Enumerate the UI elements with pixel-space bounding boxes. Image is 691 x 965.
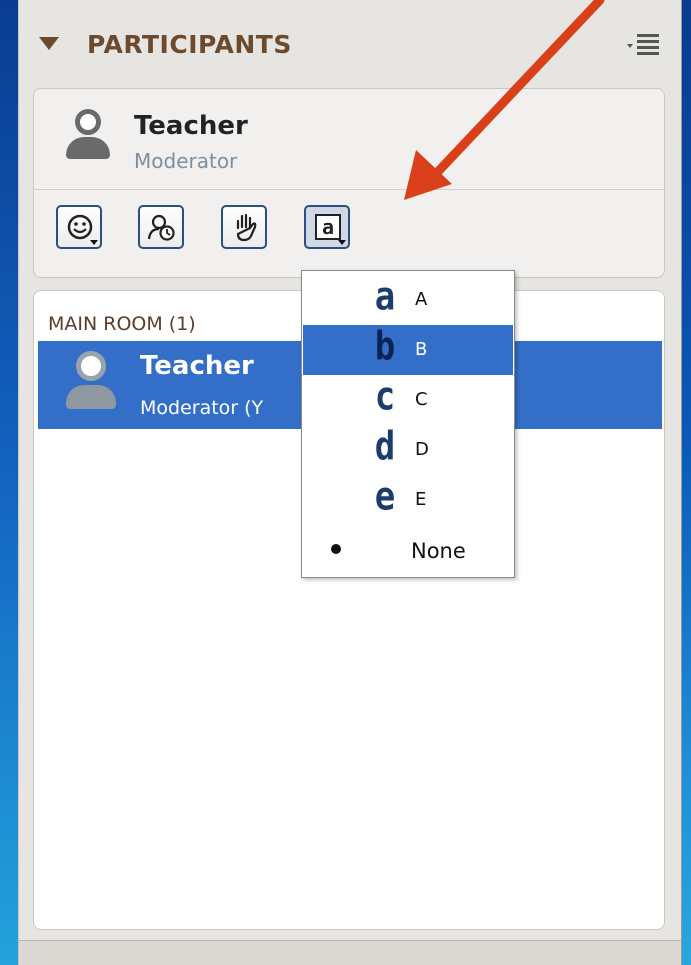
menu-item-c[interactable]: c C (303, 374, 513, 425)
emoticon-icon (67, 214, 93, 240)
menu-item-d[interactable]: d D (303, 424, 513, 475)
menu-item-label: D (415, 439, 429, 460)
emoticon-button[interactable] (56, 205, 102, 249)
panel-options-icon[interactable] (625, 32, 661, 56)
dropdown-arrow-icon (338, 240, 346, 245)
menu-item-b[interactable]: b B (303, 324, 513, 375)
menu-item-label: C (415, 389, 428, 410)
avatar-icon (66, 109, 110, 161)
away-status-icon (147, 214, 175, 241)
answer-d-icon: d (374, 424, 396, 470)
raise-hand-icon (236, 213, 257, 242)
current-user-card: Teacher Moderator a (33, 88, 665, 278)
raise-hand-button[interactable] (221, 205, 267, 249)
collapse-triangle-icon[interactable] (39, 37, 59, 50)
dropdown-arrow-icon (90, 240, 98, 245)
desktop-background (0, 0, 18, 965)
participant-role: Moderator (Y (140, 397, 264, 419)
menu-item-label: None (411, 539, 466, 563)
menu-item-label: A (415, 289, 428, 310)
bullet-icon (331, 544, 341, 554)
divider (34, 189, 664, 190)
answer-icon: a (315, 214, 341, 240)
menu-item-a[interactable]: a A (303, 274, 513, 325)
svg-text:a: a (322, 215, 334, 239)
answer-dropdown-menu: a A b B c C d D e E None (301, 270, 515, 578)
answer-c-icon: c (374, 374, 396, 420)
menu-item-none[interactable]: None (303, 525, 513, 575)
menu-item-e[interactable]: e E (303, 474, 513, 525)
panel-footer (19, 940, 681, 965)
answer-a-icon: a (374, 274, 396, 320)
menu-item-label: E (415, 489, 427, 510)
panel-header: PARTICIPANTS (19, 18, 681, 78)
current-user-name: Teacher (134, 111, 248, 141)
room-title: MAIN ROOM (1) (48, 313, 196, 335)
answer-b-icon: b (374, 324, 396, 370)
menu-item-label: B (415, 339, 428, 360)
answer-button[interactable]: a (304, 205, 350, 249)
panel-title: PARTICIPANTS (87, 30, 292, 59)
current-user-role: Moderator (134, 149, 238, 173)
avatar-icon (66, 351, 116, 409)
away-status-button[interactable] (138, 205, 184, 249)
answer-e-icon: e (374, 474, 396, 520)
participant-name: Teacher (140, 351, 254, 381)
